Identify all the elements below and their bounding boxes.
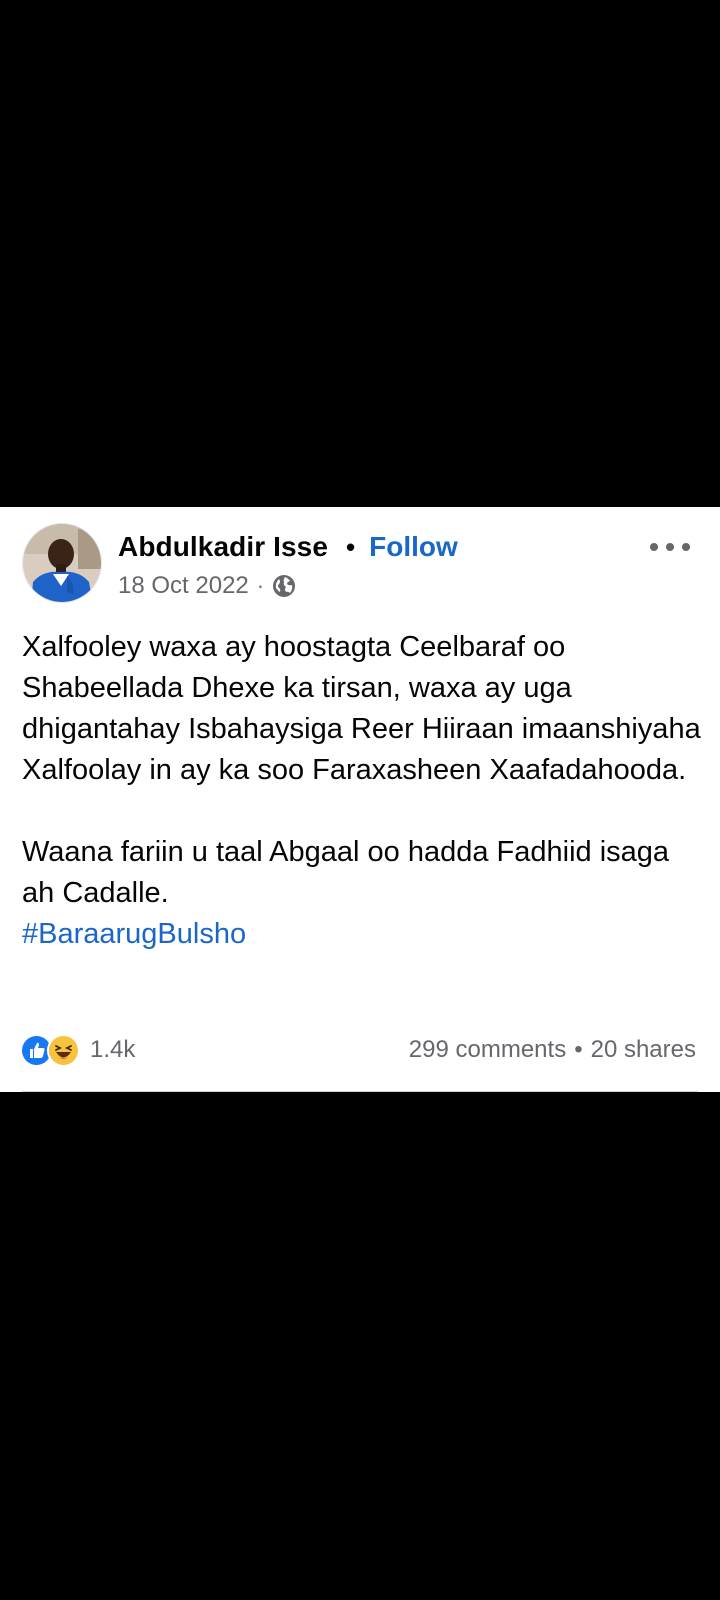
post-card: Abdulkadir Isse • Follow 18 Oct 2022 · X… <box>0 507 720 1092</box>
top-black-area <box>0 0 720 507</box>
engagement-stats: 299 comments • 20 shares <box>409 1032 696 1068</box>
meta-separator: · <box>256 573 265 598</box>
bottom-black-area <box>0 1092 720 1600</box>
reaction-count: 1.4k <box>90 1036 136 1063</box>
shares-count[interactable]: 20 shares <box>591 1036 696 1064</box>
hashtag-link[interactable]: #BaraarugBulsho <box>22 918 246 950</box>
more-horizontal-icon <box>650 543 658 551</box>
post-body: Xalfooley waxa ay hoostagta Ceelbaraf oo… <box>22 627 702 955</box>
more-options-button[interactable] <box>650 535 690 559</box>
post-paragraph: Xalfooley waxa ay hoostagta Ceelbaraf oo… <box>22 631 701 786</box>
stats-separator: • <box>574 1036 583 1063</box>
author-avatar[interactable] <box>22 523 102 603</box>
comments-count[interactable]: 299 comments <box>409 1036 566 1064</box>
post-meta: 18 Oct 2022 · <box>118 569 296 603</box>
name-separator: • <box>346 531 356 562</box>
globe-icon <box>272 574 296 598</box>
follow-button[interactable]: Follow <box>369 531 458 563</box>
reactions-summary[interactable]: 1.4k <box>20 1032 135 1068</box>
post-date[interactable]: 18 Oct 2022 <box>118 572 249 600</box>
haha-reaction-icon <box>47 1033 80 1067</box>
author-row: Abdulkadir Isse • Follow <box>118 527 458 567</box>
author-name[interactable]: Abdulkadir Isse <box>118 531 328 563</box>
post-paragraph: Waana fariin u taal Abgaal oo hadda Fadh… <box>22 836 670 909</box>
